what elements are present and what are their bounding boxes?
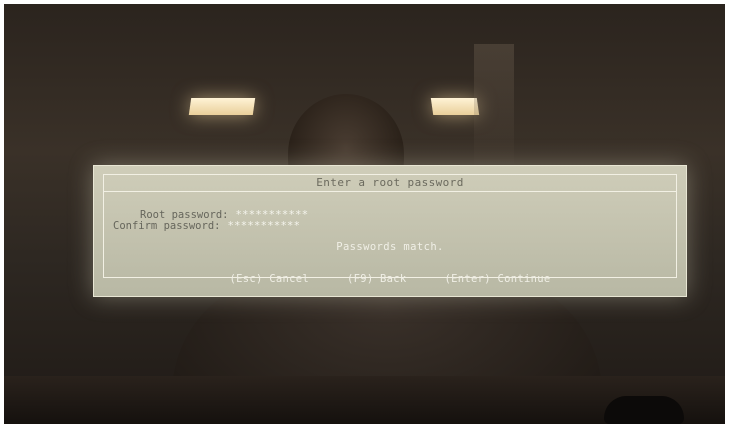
confirm-password-field[interactable]: *********** (227, 220, 300, 232)
title-divider (104, 191, 676, 192)
continue-button[interactable]: (Enter) Continue (445, 273, 551, 285)
confirm-password-row: Confirm password: *********** (113, 220, 300, 232)
ceiling-light-reflection (188, 98, 256, 115)
password-match-status: Passwords match. (336, 241, 444, 253)
dialog-title: Enter a root password (316, 176, 464, 189)
back-button[interactable]: (F9) Back (347, 273, 407, 285)
ceiling-light-reflection (430, 98, 480, 115)
cancel-button[interactable]: (Esc) Cancel (229, 273, 308, 285)
window-reflection (474, 44, 514, 164)
computer-mouse (604, 396, 684, 424)
confirm-password-label: Confirm password: (113, 220, 221, 232)
root-password-dialog: Enter a root password Root password: ****… (93, 165, 687, 297)
dialog-actions: (Esc) Cancel (F9) Back (Enter) Continue (94, 273, 686, 285)
